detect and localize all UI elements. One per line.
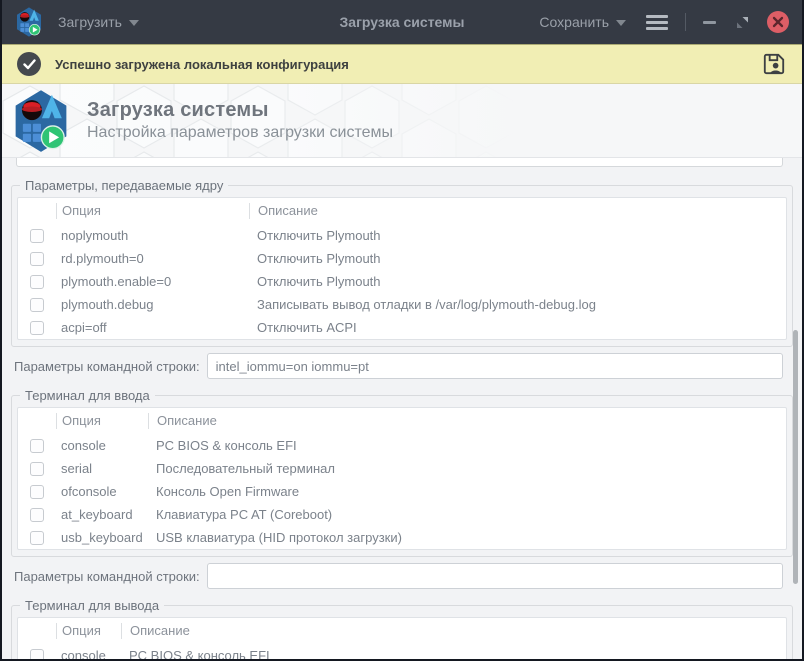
table-row[interactable]: plymouth.enable=0 Отключить Plymouth [18, 270, 786, 293]
option-description: PC BIOS & консоль EFI [121, 648, 786, 659]
restore-icon [736, 16, 749, 29]
table-row[interactable]: rd.plymouth=0 Отключить Plymouth [18, 247, 786, 270]
table-row[interactable]: noplymouth Отключить Plymouth [18, 224, 786, 247]
option-value: plymouth.debug [56, 297, 249, 312]
load-menu-button[interactable]: Загрузить [58, 14, 139, 30]
input-terminal-cmdline-input[interactable] [207, 563, 783, 589]
column-header-option: Опция [56, 413, 148, 429]
section-legend: Параметры, передаваемые ядру [20, 178, 228, 193]
hamburger-menu-icon[interactable] [646, 15, 668, 30]
column-header-option: Опция [56, 203, 249, 219]
option-description: Записывать вывод отладки в /var/log/plym… [249, 297, 786, 312]
window-title: Загрузка системы [340, 14, 465, 30]
table-row[interactable]: console PC BIOS & консоль EFI [18, 644, 786, 659]
row-checkbox[interactable] [30, 439, 44, 453]
table-row[interactable]: console PC BIOS & консоль EFI [18, 434, 786, 457]
table-row[interactable]: serial Последовательный терминал [18, 457, 786, 480]
row-checkbox[interactable] [30, 275, 44, 289]
module-logo-icon [12, 89, 70, 153]
option-description: Отключить Plymouth [249, 274, 786, 289]
row-checkbox[interactable] [30, 321, 44, 335]
row-checkbox[interactable] [30, 649, 44, 660]
cmdline-row: Параметры командной строки: [14, 353, 783, 379]
option-description: PC BIOS & консоль EFI [148, 438, 786, 453]
option-value: console [56, 648, 121, 659]
scrolled-table-fragment [16, 158, 783, 167]
section-output-terminal: Терминал для вывода Опция Описание conso… [11, 598, 793, 659]
option-value: acpi=off [56, 320, 249, 335]
option-description: Отключить Plymouth [249, 228, 786, 243]
column-header-description: Описание [121, 623, 786, 639]
row-checkbox[interactable] [30, 462, 44, 476]
option-description: Отключить ACPI [249, 320, 786, 335]
close-button[interactable] [767, 11, 789, 33]
option-value: at_keyboard [56, 507, 148, 522]
minimize-button[interactable] [703, 21, 716, 24]
vertical-scrollbar-thumb[interactable] [793, 330, 798, 584]
app-logo-icon [15, 7, 43, 37]
titlebar-divider [685, 13, 686, 31]
table-header-row: Опция Описание [18, 198, 786, 224]
restore-button[interactable] [736, 16, 749, 29]
table-row[interactable]: acpi=off Отключить ACPI [18, 316, 786, 339]
table-header-row: Опция Описание [18, 408, 786, 434]
option-value: ofconsole [56, 484, 148, 499]
titlebar: Загрузить Загрузка системы Сохранить [2, 0, 802, 44]
option-description: Последовательный терминал [148, 461, 786, 476]
row-checkbox[interactable] [30, 252, 44, 266]
titlebar-controls: Сохранить [539, 11, 789, 33]
content-area: Параметры, передаваемые ядру Опция Описа… [2, 158, 802, 659]
column-header-option: Опция [56, 623, 121, 639]
option-value: plymouth.enable=0 [56, 274, 249, 289]
input-terminal-table: Опция Описание console PC BIOS & консоль… [17, 407, 787, 550]
row-checkbox[interactable] [30, 531, 44, 545]
option-value: serial [56, 461, 148, 476]
cmdline-label: Параметры командной строки: [14, 569, 200, 584]
success-check-icon [17, 52, 41, 76]
table-row[interactable]: ofconsole Консоль Open Firmware [18, 480, 786, 503]
table-row[interactable]: at_keyboard Клавиатура PC AT (Coreboot) [18, 503, 786, 526]
app-window: Загрузить Загрузка системы Сохранить [0, 0, 804, 661]
section-legend: Терминал для вывода [20, 598, 164, 613]
output-terminal-table: Опция Описание console PC BIOS & консоль… [17, 617, 787, 659]
table-row[interactable]: usb_keyboard USB клавиатура (HID протоко… [18, 526, 786, 549]
notification-bar: Успешно загружена локальная конфигурация [2, 44, 802, 84]
column-header-description: Описание [148, 413, 786, 429]
chevron-down-icon [129, 20, 139, 26]
row-checkbox[interactable] [30, 229, 44, 243]
option-value: noplymouth [56, 228, 249, 243]
section-kernel-params: Параметры, передаваемые ядру Опция Описа… [11, 178, 793, 347]
option-description: Консоль Open Firmware [148, 484, 786, 499]
kernel-cmdline-input[interactable] [207, 353, 783, 379]
load-menu-label: Загрузить [58, 14, 122, 30]
option-value: rd.plymouth=0 [56, 251, 249, 266]
row-checkbox[interactable] [30, 298, 44, 312]
save-menu-label: Сохранить [539, 14, 609, 30]
floppy-disk-user-icon[interactable] [761, 51, 787, 77]
table-header-row: Опция Описание [18, 618, 786, 644]
page-title: Загрузка системы [87, 99, 393, 122]
column-header-description: Описание [249, 203, 786, 219]
close-icon [767, 11, 789, 33]
option-description: USB клавиатура (HID протокол загрузки) [148, 530, 786, 545]
save-menu-button[interactable]: Сохранить [539, 14, 626, 30]
row-checkbox[interactable] [30, 485, 44, 499]
option-description: Клавиатура PC AT (Coreboot) [148, 507, 786, 522]
row-checkbox[interactable] [30, 508, 44, 522]
option-value: usb_keyboard [56, 530, 148, 545]
option-value: console [56, 438, 148, 453]
cmdline-row: Параметры командной строки: [14, 563, 783, 589]
chevron-down-icon [616, 20, 626, 26]
table-row[interactable]: plymouth.debug Записывать вывод отладки … [18, 293, 786, 316]
notification-message: Успешно загружена локальная конфигурация [55, 57, 349, 72]
kernel-options-table: Опция Описание noplymouth Отключить Plym… [17, 197, 787, 340]
page-subtitle: Настройка параметров загрузки системы [87, 124, 393, 142]
section-input-terminal: Терминал для ввода Опция Описание consol… [11, 388, 793, 557]
option-description: Отключить Plymouth [249, 251, 786, 266]
section-legend: Терминал для ввода [20, 388, 155, 403]
page-header: Загрузка системы Настройка параметров за… [2, 84, 802, 158]
cmdline-label: Параметры командной строки: [14, 359, 200, 374]
